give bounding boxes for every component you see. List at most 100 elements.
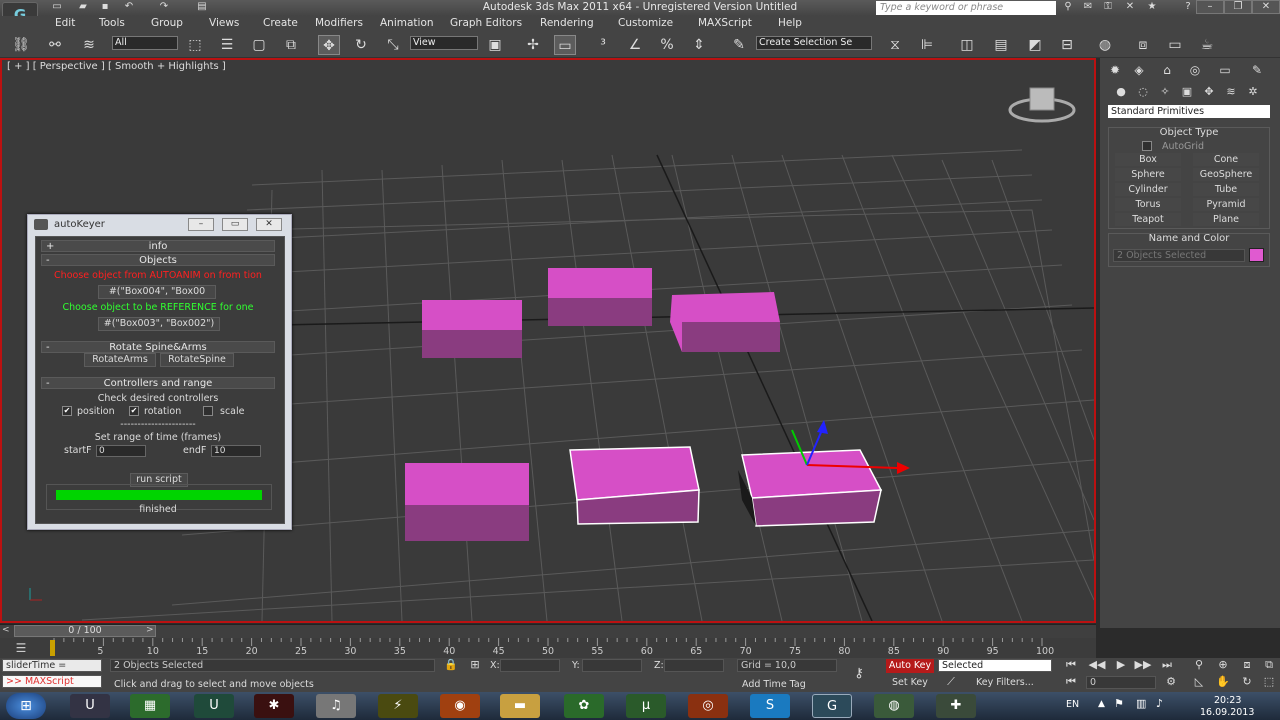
cylinder-button[interactable]: Cylinder (1115, 183, 1181, 196)
zoom-extents-all-icon[interactable]: ⧉ (1258, 657, 1280, 673)
set-key-button[interactable]: Set Key (892, 677, 928, 688)
taskbar-udk-icon[interactable]: U (194, 694, 234, 718)
menu-views[interactable]: Views (209, 17, 239, 29)
category-dropdown[interactable]: Standard Primitives (1108, 105, 1270, 118)
undo-icon[interactable]: ↶ (122, 1, 136, 14)
edit-named-selection-icon[interactable]: ✎ (728, 35, 750, 55)
menu-modifiers[interactable]: Modifiers (315, 17, 363, 29)
taskbar-media-icon[interactable]: ◎ (688, 694, 728, 718)
menu-maxscript[interactable]: MAXScript (698, 17, 752, 29)
auto-key-button[interactable]: Auto Key (886, 659, 934, 673)
clock-time[interactable]: 20:23 (1214, 695, 1241, 706)
named-selection-dropdown[interactable]: Create Selection Se (756, 36, 872, 50)
maximize-viewport-icon[interactable]: ⬚ (1258, 674, 1280, 690)
start-button-icon[interactable]: ⊞ (6, 693, 46, 719)
geosphere-button[interactable]: GeoSphere (1193, 168, 1259, 181)
box-objects[interactable] (405, 268, 883, 541)
mirror-icon[interactable]: ⧖ (884, 35, 906, 55)
menu-graph-editors[interactable]: Graph Editors (450, 17, 522, 29)
hierarchy-tab-icon[interactable]: ⌂ (1156, 60, 1178, 80)
display-tab-icon[interactable]: ▭ (1214, 60, 1236, 80)
modify-tab-icon[interactable]: ◈ (1128, 60, 1150, 80)
window-crossing-icon[interactable]: ⧉ (280, 35, 302, 55)
rollout-objects[interactable]: - Objects (41, 254, 275, 266)
taskbar-unreal-icon[interactable]: U (70, 694, 110, 718)
keyboard-shortcut-override-icon[interactable]: ▭ (554, 35, 576, 55)
communication-icon[interactable]: ⚿ (1100, 1, 1116, 15)
rotate-arms-button[interactable]: RotateArms (84, 353, 156, 367)
rollout-controllers[interactable]: - Controllers and range (41, 377, 275, 389)
menu-group[interactable]: Group (151, 17, 183, 29)
link-icon[interactable]: ⛓ (10, 35, 32, 55)
menu-tools[interactable]: Tools (99, 17, 125, 29)
tray-expand-icon[interactable]: ▲ (1098, 699, 1105, 709)
menu-animation[interactable]: Animation (380, 17, 434, 29)
startf-spinner[interactable]: 0 (96, 445, 146, 457)
next-frame-icon[interactable]: ▶▶ (1132, 657, 1154, 673)
key-mode-toggle-icon[interactable]: ⏮ (1060, 674, 1082, 690)
render-production-icon[interactable]: ☕ (1196, 35, 1218, 55)
current-frame-marker[interactable] (50, 640, 55, 656)
selection-lock-icon[interactable]: 🔒 (440, 658, 462, 672)
taskbar-globe-icon[interactable]: ◍ (874, 694, 914, 718)
clock-date[interactable]: 16.09.2013 (1200, 707, 1254, 718)
scale-checkbox[interactable] (203, 406, 213, 416)
motion-tab-icon[interactable]: ◎ (1184, 60, 1206, 80)
name-color-title[interactable]: Name and Color (1108, 233, 1270, 244)
object-color-swatch[interactable] (1249, 248, 1264, 262)
tube-button[interactable]: Tube (1193, 183, 1259, 196)
restore-button[interactable]: ❐ (1224, 0, 1252, 14)
subscription-icon[interactable]: ✉ (1080, 1, 1096, 15)
search-icon[interactable]: ⚲ (1060, 1, 1076, 15)
time-configuration-icon[interactable]: ⚙ (1160, 674, 1182, 690)
taskbar-audio-icon[interactable]: ♫ (316, 694, 356, 718)
selection-filter-dropdown[interactable]: All (112, 36, 178, 50)
curve-editor-icon[interactable]: ◩ (1024, 35, 1046, 55)
rotate-spine-button[interactable]: RotateSpine (160, 353, 234, 367)
autokeyer-close-button[interactable]: ✕ (256, 218, 282, 231)
taskbar-winamp-icon[interactable]: ⚡ (378, 694, 418, 718)
rollout-info[interactable]: + info (41, 240, 275, 252)
key-mode-dropdown[interactable]: Selected (938, 659, 1052, 672)
add-time-tag[interactable]: Add Time Tag (742, 679, 806, 690)
taskbar-skype-icon[interactable]: S (750, 694, 790, 718)
zoom-all-icon[interactable]: ⊕ (1212, 657, 1234, 673)
taskbar-explorer-icon[interactable]: ▬ (500, 694, 540, 718)
sphere-button[interactable]: Sphere (1115, 168, 1181, 181)
select-object-icon[interactable]: ⬚ (184, 35, 206, 55)
rendered-frame-icon[interactable]: ▭ (1164, 35, 1186, 55)
zoom-icon[interactable]: ⚲ (1188, 657, 1210, 673)
schematic-view-icon[interactable]: ⊟ (1056, 35, 1078, 55)
taskbar-game-icon[interactable]: ✱ (254, 694, 294, 718)
key-tangent-icon[interactable]: ⟋ (940, 674, 962, 690)
orbit-icon[interactable]: ↻ (1236, 674, 1258, 690)
pyramid-button[interactable]: Pyramid (1193, 198, 1259, 211)
pan-view-icon[interactable]: ✋ (1212, 674, 1234, 690)
move-gizmo[interactable] (791, 420, 910, 474)
shapes-category-icon[interactable]: ◌ (1132, 82, 1154, 102)
menu-create[interactable]: Create (263, 17, 298, 29)
rollout-rotate[interactable]: - Rotate Spine&Arms (41, 341, 275, 353)
material-editor-icon[interactable]: ◍ (1094, 35, 1116, 55)
autogrid-checkbox[interactable] (1142, 141, 1152, 151)
object-name-field[interactable]: 2 Objects Selected (1113, 249, 1245, 262)
position-checkbox[interactable]: ✔ (62, 406, 72, 416)
systems-category-icon[interactable]: ✲ (1242, 82, 1264, 102)
graphite-ribbon-icon[interactable]: ▤ (990, 35, 1012, 55)
render-setup-icon[interactable]: ⧈ (1132, 35, 1154, 55)
align-icon[interactable]: ⊫ (916, 35, 938, 55)
select-and-manipulate-icon[interactable]: ✢ (522, 35, 544, 55)
cone-button[interactable]: Cone (1193, 153, 1259, 166)
maxscript-listener-line2[interactable]: >> MAXScript (2, 675, 102, 688)
mini-curve-editor-icon[interactable]: ☰ (10, 641, 32, 655)
create-tab-icon[interactable]: ✹ (1104, 60, 1126, 80)
taskbar-utorrent-icon[interactable]: µ (626, 694, 666, 718)
save-icon[interactable]: ▪ (98, 1, 112, 14)
maxscript-listener-line1[interactable]: sliderTime = (2, 659, 102, 672)
menu-rendering[interactable]: Rendering (540, 17, 594, 29)
anim-objects-button[interactable]: #("Box004", "Box00 (98, 285, 216, 299)
y-coordinate-field[interactable] (582, 659, 642, 672)
reference-objects-button[interactable]: #("Box003", "Box002") (98, 317, 220, 331)
plane-button[interactable]: Plane (1193, 213, 1259, 226)
geometry-category-icon[interactable]: ● (1110, 82, 1132, 102)
